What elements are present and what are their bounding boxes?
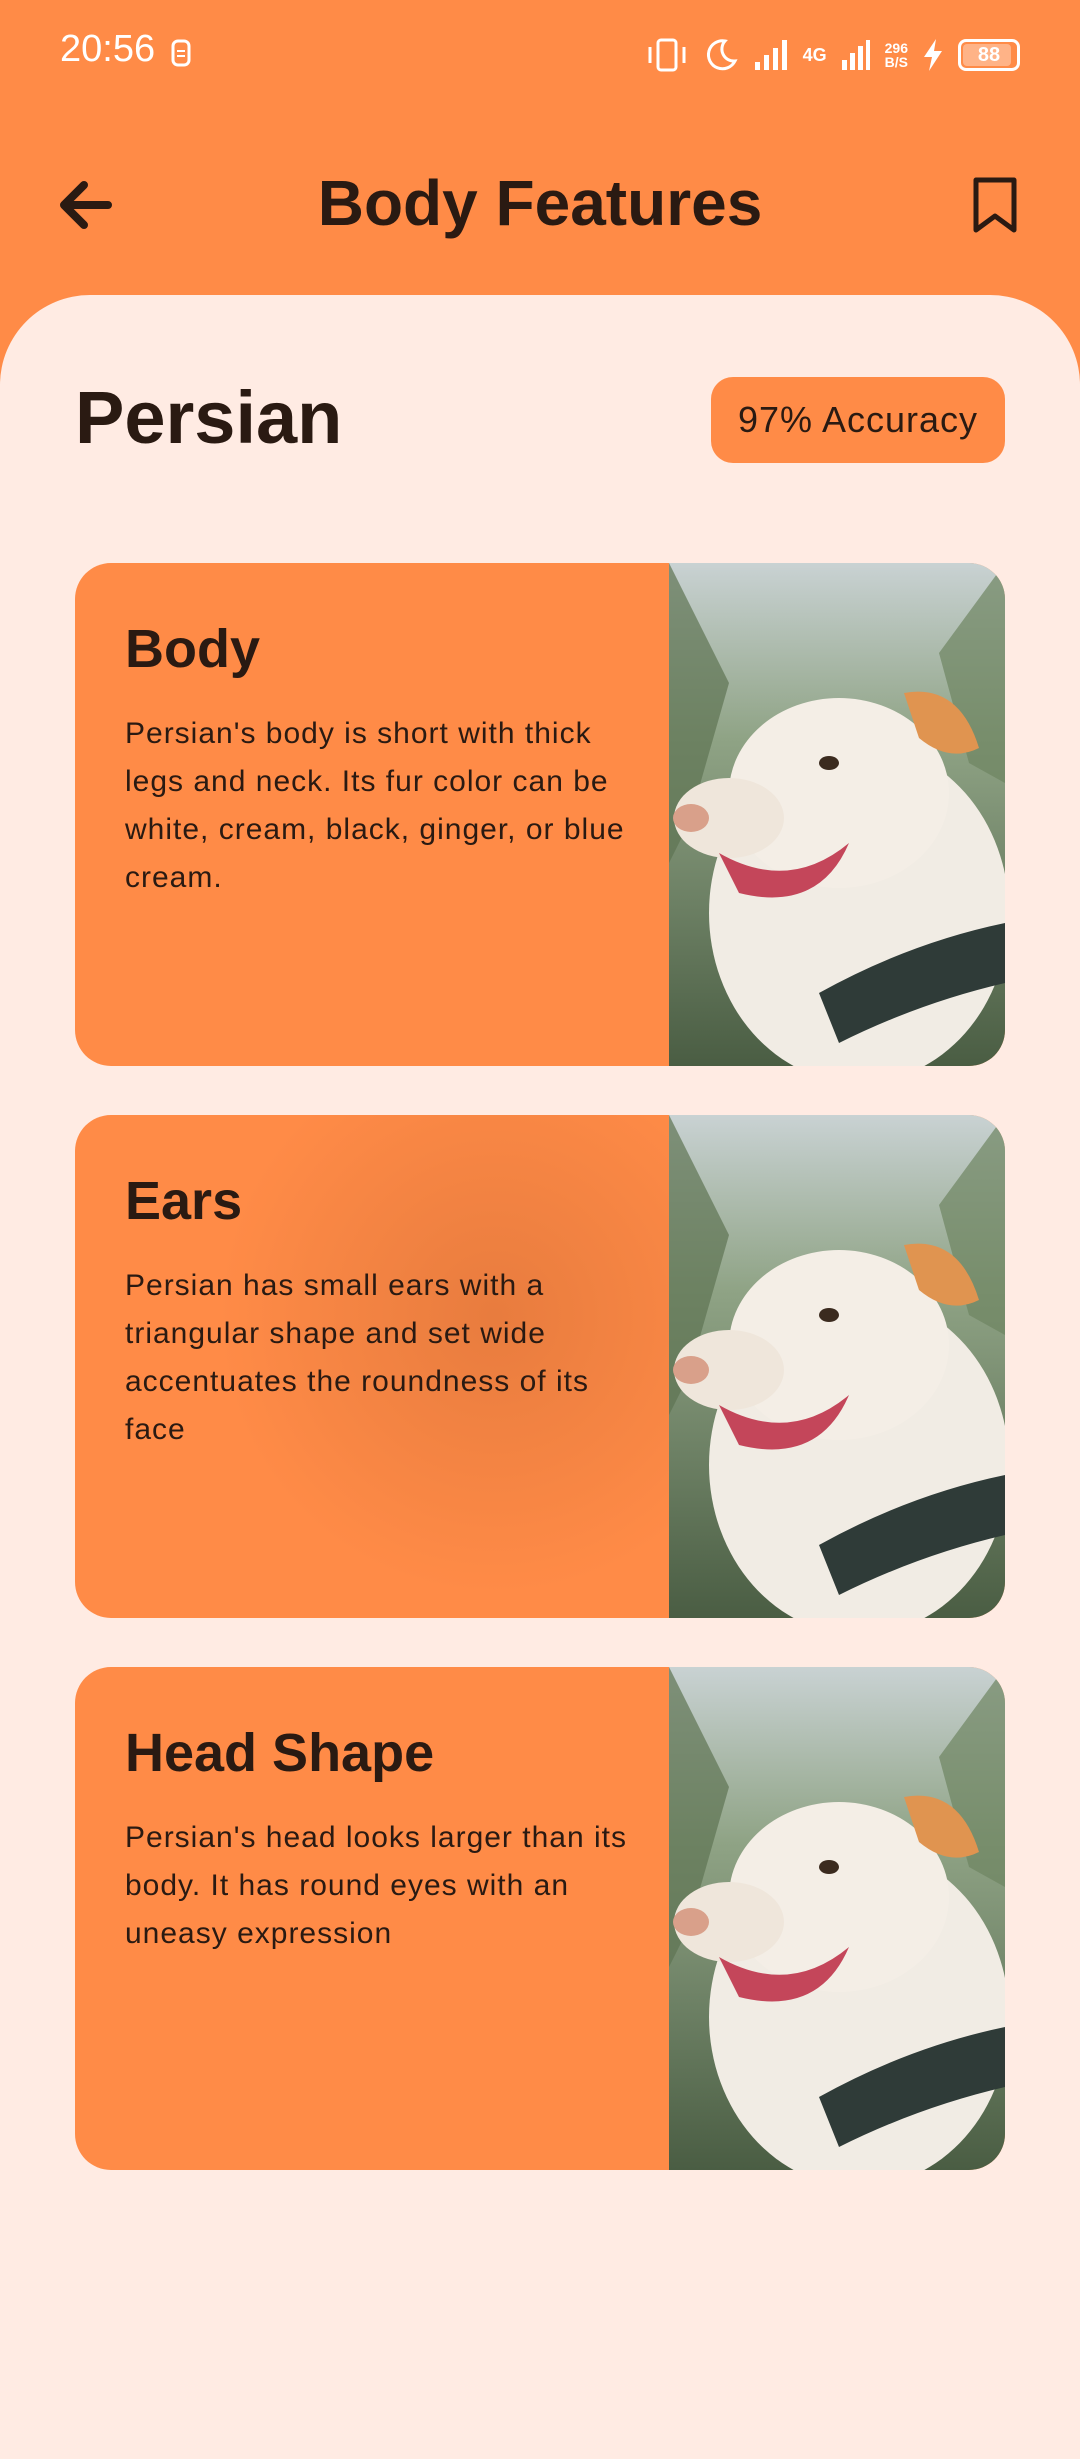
card-description: Persian's body is short with thick legs … <box>125 717 625 894</box>
feature-card-ears[interactable]: Ears Persian has small ears with a trian… <box>75 1115 1005 1618</box>
status-icons: 4G 296 B/S 88 <box>645 30 1020 80</box>
bookmark-icon <box>973 177 1017 233</box>
status-time: 20:56 <box>60 28 156 70</box>
dog-photo <box>669 1115 1005 1618</box>
card-title: Body <box>125 619 260 679</box>
dog-photo <box>669 563 1005 1066</box>
card-title: Head Shape <box>125 1723 435 1783</box>
battery-icon: 88 <box>958 39 1020 71</box>
signal-icon <box>754 40 787 70</box>
content-sheet: Persian 97% Accuracy Body Persian's body… <box>0 295 1080 2459</box>
signal-icon-2 <box>841 40 870 70</box>
feature-card-head-shape[interactable]: Head Shape Persian's head looks larger t… <box>75 1667 1005 2170</box>
card-title: Ears <box>125 1171 243 1231</box>
network-speed: 296 B/S <box>884 40 908 70</box>
accuracy-badge: 97% Accuracy <box>711 377 1005 463</box>
dog-photo <box>669 1667 1005 2170</box>
feature-card-body[interactable]: Body Persian's body is short with thick … <box>75 563 1005 1066</box>
sim-icon <box>171 39 191 67</box>
app-bar: Body Features <box>0 150 1080 260</box>
status-bar: 20:56 4G 296 B/S 88 <box>0 0 1080 110</box>
network-type: 4G <box>802 45 827 65</box>
page-title: Body Features <box>317 167 763 239</box>
vibrate-icon <box>648 38 686 72</box>
breed-name: Persian <box>75 376 343 459</box>
card-description: Persian has small ears with a triangular… <box>125 1269 589 1446</box>
moon-icon <box>706 39 738 71</box>
card-description: Persian's head looks larger than its bod… <box>125 1821 627 1950</box>
charging-icon <box>924 39 942 71</box>
bookmark-button[interactable] <box>960 170 1030 240</box>
